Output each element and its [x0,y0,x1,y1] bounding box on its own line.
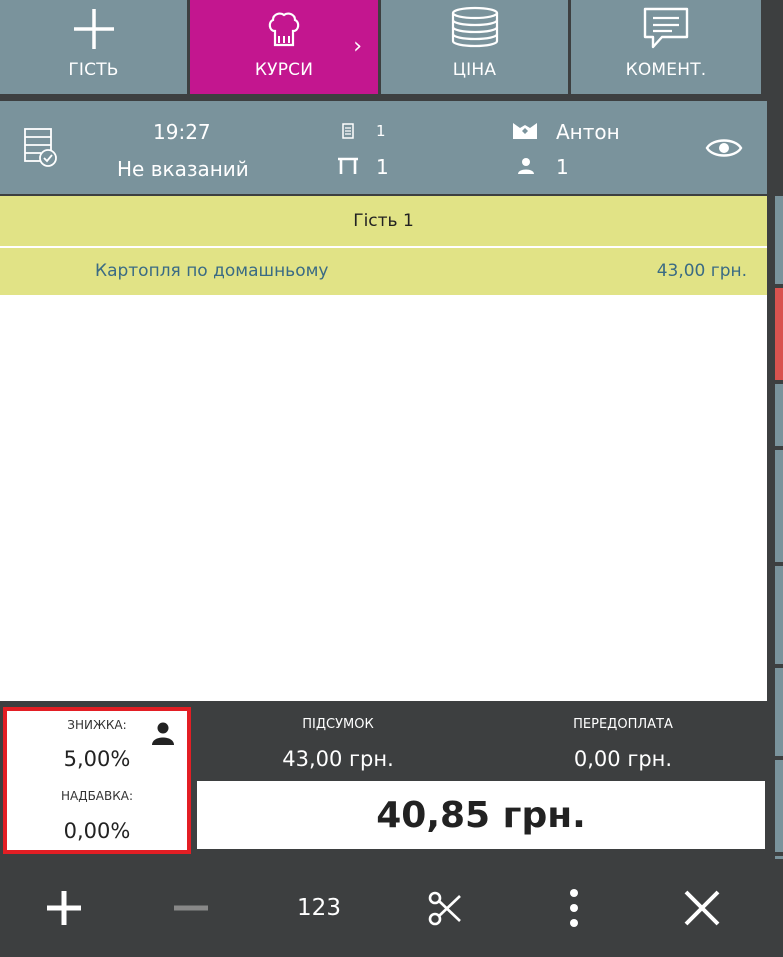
waiter-name[interactable]: Антон [556,120,620,144]
table-number: 1 [376,155,389,179]
minus-icon [174,905,208,911]
order-item-row[interactable]: Картопля по домашньому 43,00 грн. [0,248,767,295]
surcharge-label: НАДБАВКА: [60,789,134,803]
coins-icon [451,6,498,48]
side-strip-segment [775,668,783,756]
discount-box[interactable]: ЗНИЖКА: 5,00% НАДБАВКА: 0,00% [3,707,191,854]
guest-header-label: Гість 1 [353,211,414,231]
chevron-right-icon: › [353,34,362,59]
side-strip-segment [775,566,783,664]
side-strip-segment [775,760,783,852]
prepayment-label: ПЕРЕДОПЛАТА [573,717,673,732]
order-time: 19:27 [153,120,211,144]
top-toolbar: ГІСТЬ КУРСИ › ЦІНА КОМЕНТ. [0,0,783,94]
more-options-button[interactable] [514,859,634,957]
guests-count: 1 [556,155,569,179]
side-strip-segment [775,384,783,446]
pos-order-screen: ГІСТЬ КУРСИ › ЦІНА КОМЕНТ. 19:27 Не вказ… [0,0,783,957]
order-item-name: Картопля по домашньому [95,261,329,281]
close-button[interactable] [642,859,762,957]
scissors-icon [428,891,461,926]
add-guest-label: ГІСТЬ [68,60,119,80]
order-items-list[interactable]: Гість 1 Картопля по домашньому 43,00 грн… [0,196,767,701]
plus-icon [47,891,81,925]
split-button[interactable] [386,859,506,957]
numpad-label: 123 [297,895,341,921]
chef-hat-icon [268,12,300,47]
order-status-icon[interactable] [23,127,59,171]
bottom-action-bar: 123 [0,859,783,957]
totals-panel: ЗНИЖКА: 5,00% НАДБАВКА: 0,00% ПІДСУМОК 4… [0,701,767,859]
guest-header[interactable]: Гість 1 [0,196,767,246]
subtotal-label: ПІДСУМОК [302,717,374,732]
order-item-price: 43,00 грн. [656,261,747,281]
waiter-icon [512,122,538,144]
side-strip-segment [775,450,783,562]
discount-value: 5,00% [63,747,131,771]
price-label: ЦІНА [452,60,497,80]
eye-icon[interactable] [705,135,743,165]
grand-total-value: 40,85 грн. [376,794,586,836]
side-strip-segment [775,196,783,284]
add-guest-button[interactable]: ГІСТЬ [0,0,187,94]
check-number: 1 [376,122,386,140]
decrease-quantity-button[interactable] [131,859,251,957]
table-icon [337,157,359,179]
order-info-bar: 19:27 Не вказаний 1 1 Антон 1 [0,101,767,194]
comment-icon [643,7,689,49]
more-vertical-icon [570,889,578,927]
guests-icon [517,157,535,179]
customer-name[interactable]: Не вказаний [117,157,249,181]
close-icon [684,890,720,926]
increase-quantity-button[interactable] [4,859,124,957]
prepayment-value: 0,00 грн. [573,747,673,771]
price-button[interactable]: ЦІНА [381,0,568,94]
surcharge-value: 0,00% [63,819,131,843]
receipt-icon [342,123,354,143]
courses-button[interactable]: КУРСИ › [190,0,378,94]
courses-label: КУРСИ [254,60,314,80]
side-strip-segment-red [775,288,783,380]
numpad-button[interactable]: 123 [259,859,379,957]
comment-label: КОМЕНТ. [625,60,707,80]
plus-icon [73,9,114,49]
comment-button[interactable]: КОМЕНТ. [571,0,761,94]
grand-total: 40,85 грн. [197,781,765,849]
user-icon [151,721,175,749]
subtotal-value: 43,00 грн. [282,747,394,771]
